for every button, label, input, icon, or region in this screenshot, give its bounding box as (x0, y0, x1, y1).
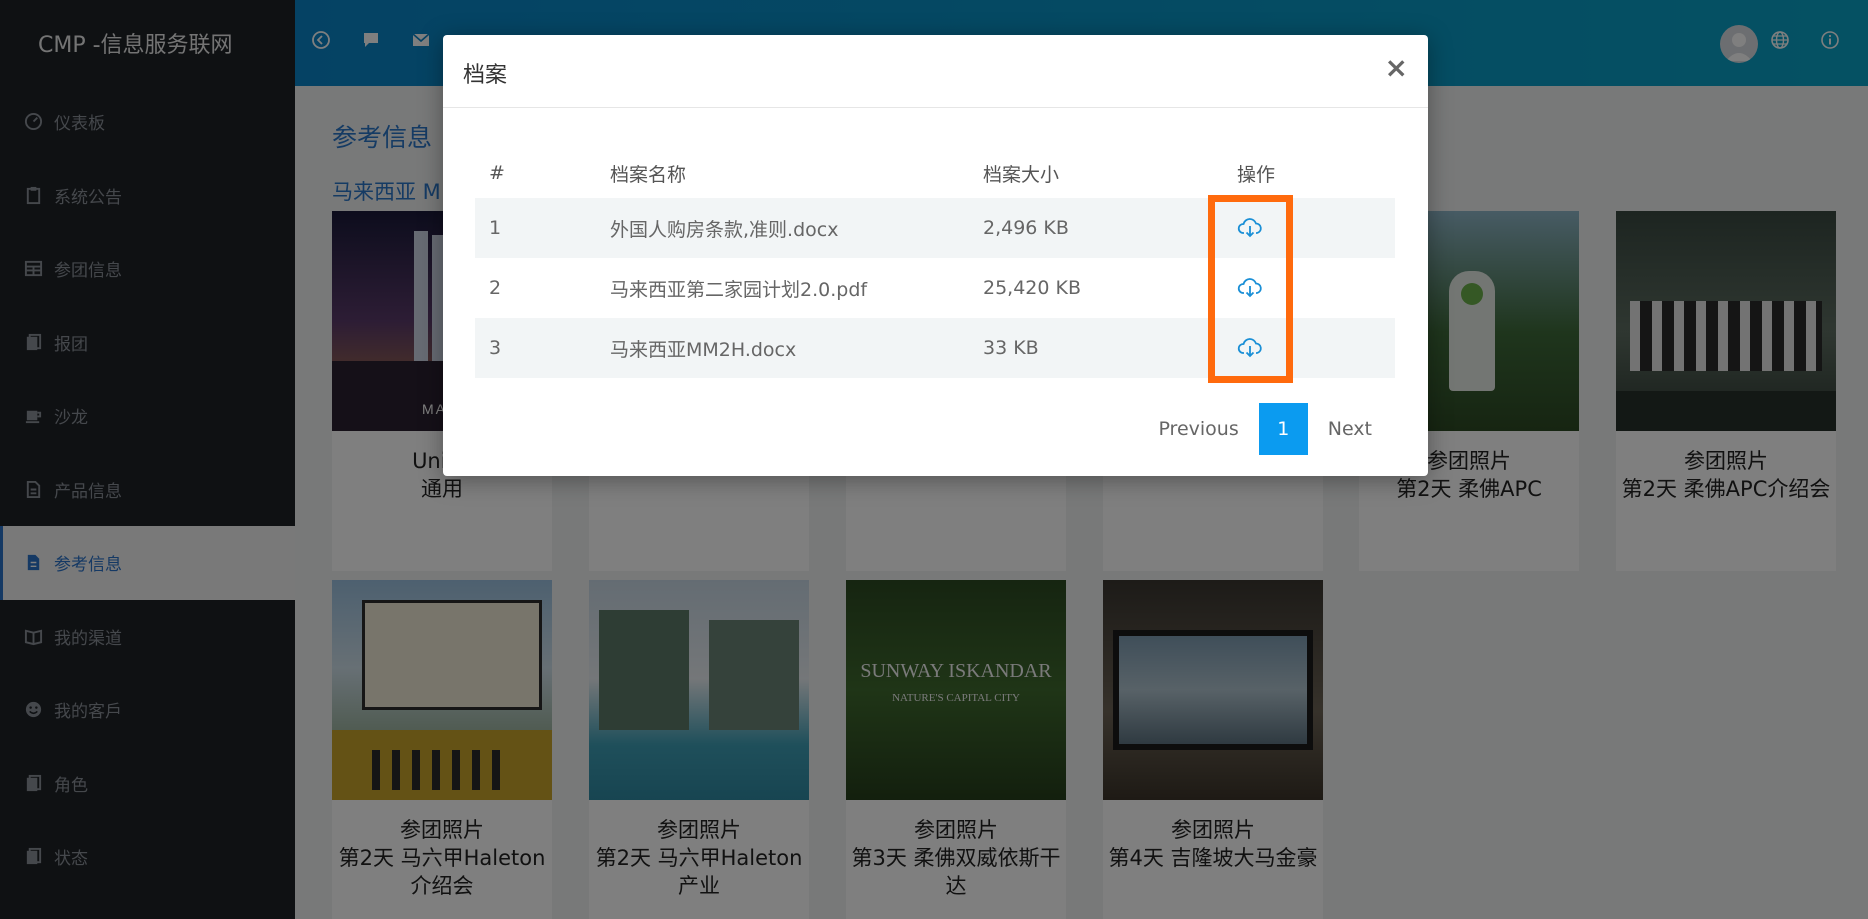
modal-header: 档案 × (443, 35, 1428, 108)
column-header: 档案大小 (983, 163, 1060, 186)
file-name: 外国人购房条款,准则.docx (610, 218, 839, 241)
close-button[interactable]: × (1385, 51, 1408, 84)
file-size: 33 KB (983, 337, 1039, 359)
current-page-button[interactable]: 1 (1258, 403, 1308, 455)
column-header: # (489, 162, 505, 184)
row-number: 1 (489, 217, 502, 239)
modal-title: 档案 (463, 63, 508, 88)
table-header-row: # 档案名称 档案大小 操作 (475, 148, 1395, 198)
previous-page-button[interactable]: Previous (1138, 418, 1258, 440)
next-page-button[interactable]: Next (1308, 418, 1392, 440)
file-name: 马来西亚MM2H.docx (610, 338, 797, 361)
column-header: 操作 (1237, 163, 1276, 186)
row-number: 3 (489, 337, 502, 359)
file-size: 25,420 KB (983, 277, 1082, 299)
file-name: 马来西亚第二家园计划2.0.pdf (610, 278, 868, 301)
highlight-box (1208, 195, 1293, 383)
column-header: 档案名称 (610, 163, 687, 186)
file-size: 2,496 KB (983, 217, 1069, 239)
pagination: Previous 1 Next (1138, 403, 1392, 455)
row-number: 2 (489, 277, 502, 299)
